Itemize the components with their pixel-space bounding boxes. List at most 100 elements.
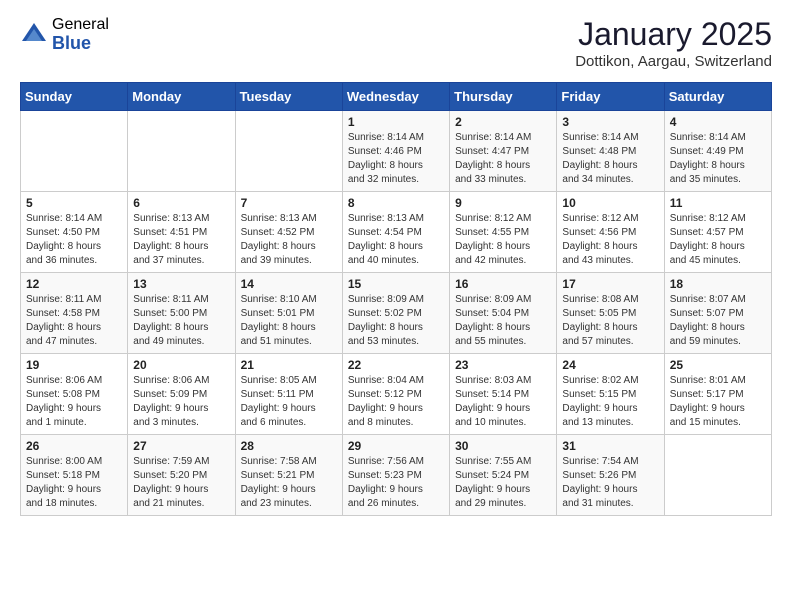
title-block: January 2025 Dottikon, Aargau, Switzerla… [575, 16, 772, 70]
day-info: Sunrise: 8:00 AM Sunset: 5:18 PM Dayligh… [26, 455, 122, 511]
day-info: Sunrise: 8:05 AM Sunset: 5:11 PM Dayligh… [241, 374, 337, 430]
day-info: Sunrise: 8:14 AM Sunset: 4:47 PM Dayligh… [455, 131, 551, 187]
calendar-cell: 19 Sunrise: 8:06 AM Sunset: 5:08 PM Dayli… [21, 354, 128, 435]
day-number: 22 [348, 358, 444, 372]
calendar-cell: 31Sunrise: 7:54 AM Sunset: 5:26 PM Dayli… [557, 435, 664, 516]
day-number: 9 [455, 196, 551, 210]
calendar-week-row: 5Sunrise: 8:14 AM Sunset: 4:50 PM Daylig… [21, 192, 772, 273]
day-info: Sunrise: 8:06 AM Sunset: 5:08 PM Dayligh… [26, 374, 122, 430]
logo-text: General Blue [52, 16, 109, 53]
day-number: 24 [562, 358, 658, 372]
day-number: 27 [133, 439, 229, 453]
calendar-table: SundayMondayTuesdayWednesdayThursdayFrid… [20, 82, 772, 516]
day-number: 28 [241, 439, 337, 453]
day-info: Sunrise: 8:11 AM Sunset: 4:58 PM Dayligh… [26, 293, 122, 349]
day-number: 3 [562, 115, 658, 129]
logo-blue: Blue [52, 34, 109, 54]
day-number: 23 [455, 358, 551, 372]
day-info: Sunrise: 7:59 AM Sunset: 5:20 PM Dayligh… [133, 455, 229, 511]
calendar-cell: 21 Sunrise: 8:05 AM Sunset: 5:11 PM Dayli… [235, 354, 342, 435]
calendar-cell: 3 Sunrise: 8:14 AM Sunset: 4:48 PM Daylig… [557, 111, 664, 192]
day-number: 26 [26, 439, 122, 453]
calendar-cell [128, 111, 235, 192]
calendar-cell: 15 Sunrise: 8:09 AM Sunset: 5:02 PM Dayli… [342, 273, 449, 354]
day-info: Sunrise: 8:13 AM Sunset: 4:51 PM Dayligh… [133, 212, 229, 268]
calendar-cell: 11 Sunrise: 8:12 AM Sunset: 4:57 PM Dayli… [664, 192, 771, 273]
day-info: Sunrise: 8:12 AM Sunset: 4:56 PM Dayligh… [562, 212, 658, 268]
day-number: 19 [26, 358, 122, 372]
calendar-cell [21, 111, 128, 192]
day-info: Sunrise: 8:06 AM Sunset: 5:09 PM Dayligh… [133, 374, 229, 430]
day-info: Sunrise: 8:09 AM Sunset: 5:02 PM Dayligh… [348, 293, 444, 349]
day-number: 21 [241, 358, 337, 372]
day-number: 8 [348, 196, 444, 210]
logo: General Blue [20, 16, 109, 53]
calendar-cell: 28 Sunrise: 7:58 AM Sunset: 5:21 PM Dayli… [235, 435, 342, 516]
day-number: 4 [670, 115, 766, 129]
day-number: 10 [562, 196, 658, 210]
day-number: 31 [562, 439, 658, 453]
day-info: Sunrise: 8:11 AM Sunset: 5:00 PM Dayligh… [133, 293, 229, 349]
calendar-cell: 8Sunrise: 8:13 AM Sunset: 4:54 PM Daylig… [342, 192, 449, 273]
calendar-cell: 20 Sunrise: 8:06 AM Sunset: 5:09 PM Dayli… [128, 354, 235, 435]
day-info: Sunrise: 7:56 AM Sunset: 5:23 PM Dayligh… [348, 455, 444, 511]
weekday-header-monday: Monday [128, 83, 235, 111]
calendar-cell: 5Sunrise: 8:14 AM Sunset: 4:50 PM Daylig… [21, 192, 128, 273]
calendar-cell: 16Sunrise: 8:09 AM Sunset: 5:04 PM Dayli… [450, 273, 557, 354]
calendar-cell: 14 Sunrise: 8:10 AM Sunset: 5:01 PM Dayli… [235, 273, 342, 354]
day-info: Sunrise: 8:12 AM Sunset: 4:57 PM Dayligh… [670, 212, 766, 268]
day-number: 2 [455, 115, 551, 129]
calendar-cell: 30 Sunrise: 7:55 AM Sunset: 5:24 PM Dayli… [450, 435, 557, 516]
day-info: Sunrise: 7:58 AM Sunset: 5:21 PM Dayligh… [241, 455, 337, 511]
day-number: 16 [455, 277, 551, 291]
day-info: Sunrise: 8:14 AM Sunset: 4:49 PM Dayligh… [670, 131, 766, 187]
day-info: Sunrise: 8:14 AM Sunset: 4:46 PM Dayligh… [348, 131, 444, 187]
weekday-header-row: SundayMondayTuesdayWednesdayThursdayFrid… [21, 83, 772, 111]
day-number: 30 [455, 439, 551, 453]
logo-icon [20, 21, 48, 49]
day-number: 18 [670, 277, 766, 291]
calendar-cell: 26 Sunrise: 8:00 AM Sunset: 5:18 PM Dayli… [21, 435, 128, 516]
calendar-week-row: 1Sunrise: 8:14 AM Sunset: 4:46 PM Daylig… [21, 111, 772, 192]
day-info: Sunrise: 8:12 AM Sunset: 4:55 PM Dayligh… [455, 212, 551, 268]
day-info: Sunrise: 7:55 AM Sunset: 5:24 PM Dayligh… [455, 455, 551, 511]
calendar-cell: 23Sunrise: 8:03 AM Sunset: 5:14 PM Dayli… [450, 354, 557, 435]
day-number: 15 [348, 277, 444, 291]
day-number: 13 [133, 277, 229, 291]
calendar-cell: 25 Sunrise: 8:01 AM Sunset: 5:17 PM Dayli… [664, 354, 771, 435]
month-title: January 2025 [575, 16, 772, 53]
day-number: 17 [562, 277, 658, 291]
day-info: Sunrise: 8:01 AM Sunset: 5:17 PM Dayligh… [670, 374, 766, 430]
weekday-header-thursday: Thursday [450, 83, 557, 111]
calendar-cell: 22 Sunrise: 8:04 AM Sunset: 5:12 PM Dayli… [342, 354, 449, 435]
calendar-week-row: 19 Sunrise: 8:06 AM Sunset: 5:08 PM Dayli… [21, 354, 772, 435]
day-number: 6 [133, 196, 229, 210]
day-info: Sunrise: 8:04 AM Sunset: 5:12 PM Dayligh… [348, 374, 444, 430]
weekday-header-tuesday: Tuesday [235, 83, 342, 111]
day-info: Sunrise: 8:13 AM Sunset: 4:52 PM Dayligh… [241, 212, 337, 268]
calendar-cell: 12Sunrise: 8:11 AM Sunset: 4:58 PM Dayli… [21, 273, 128, 354]
calendar-cell: 27 Sunrise: 7:59 AM Sunset: 5:20 PM Dayli… [128, 435, 235, 516]
calendar-cell: 7 Sunrise: 8:13 AM Sunset: 4:52 PM Daylig… [235, 192, 342, 273]
location: Dottikon, Aargau, Switzerland [575, 53, 772, 70]
day-info: Sunrise: 8:02 AM Sunset: 5:15 PM Dayligh… [562, 374, 658, 430]
calendar-cell: 1Sunrise: 8:14 AM Sunset: 4:46 PM Daylig… [342, 111, 449, 192]
calendar-cell: 9 Sunrise: 8:12 AM Sunset: 4:55 PM Daylig… [450, 192, 557, 273]
calendar-cell [664, 435, 771, 516]
day-info: Sunrise: 8:10 AM Sunset: 5:01 PM Dayligh… [241, 293, 337, 349]
calendar-week-row: 26 Sunrise: 8:00 AM Sunset: 5:18 PM Dayli… [21, 435, 772, 516]
day-number: 14 [241, 277, 337, 291]
calendar-cell: 4 Sunrise: 8:14 AM Sunset: 4:49 PM Daylig… [664, 111, 771, 192]
day-number: 20 [133, 358, 229, 372]
calendar-cell: 2 Sunrise: 8:14 AM Sunset: 4:47 PM Daylig… [450, 111, 557, 192]
day-number: 11 [670, 196, 766, 210]
weekday-header-friday: Friday [557, 83, 664, 111]
day-number: 25 [670, 358, 766, 372]
weekday-header-sunday: Sunday [21, 83, 128, 111]
day-info: Sunrise: 8:14 AM Sunset: 4:48 PM Dayligh… [562, 131, 658, 187]
day-number: 7 [241, 196, 337, 210]
calendar-cell: 10 Sunrise: 8:12 AM Sunset: 4:56 PM Dayli… [557, 192, 664, 273]
day-number: 29 [348, 439, 444, 453]
calendar-week-row: 12Sunrise: 8:11 AM Sunset: 4:58 PM Dayli… [21, 273, 772, 354]
calendar-cell: 6 Sunrise: 8:13 AM Sunset: 4:51 PM Daylig… [128, 192, 235, 273]
